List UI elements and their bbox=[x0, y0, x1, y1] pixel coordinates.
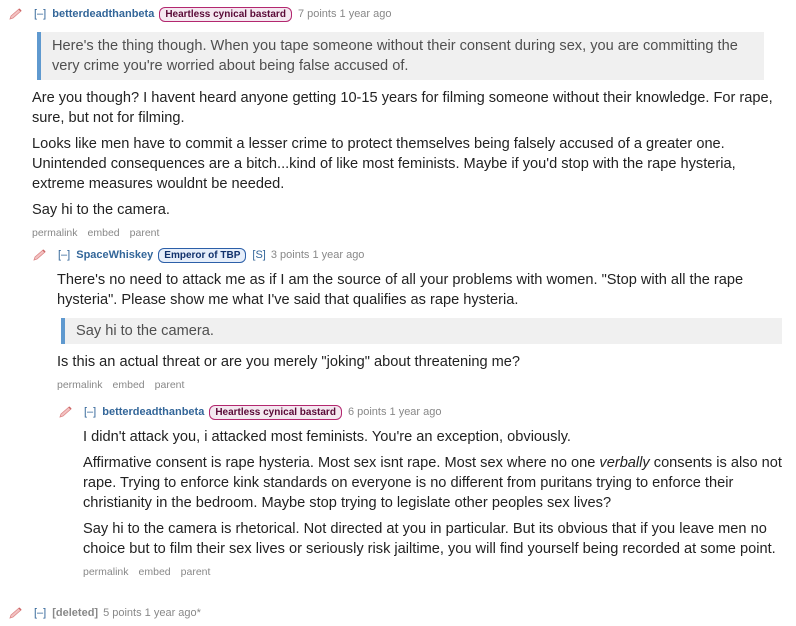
embed-button[interactable]: embed bbox=[88, 223, 120, 243]
emphasis-text: verbally bbox=[599, 455, 650, 471]
comment-paragraph: I didn't attack you, i attacked most fem… bbox=[83, 429, 571, 445]
author-link[interactable]: betterdeadthanbeta bbox=[102, 406, 204, 418]
comment-3: [–] betterdeadthanbeta Heartless cynical… bbox=[58, 403, 792, 582]
comment-paragraph: Is this an actual threat or are you mere… bbox=[57, 354, 521, 370]
permalink-button[interactable]: permalink bbox=[32, 223, 78, 243]
comment-buttons: permalink embed parent bbox=[57, 375, 792, 395]
paragraph-text: Affirmative consent is rape hysteria. Mo… bbox=[83, 455, 600, 471]
score-time: 3 points 1 year ago bbox=[270, 249, 365, 261]
quote-text: Here's the thing though. When you tape s… bbox=[52, 38, 738, 74]
comment-tagline: [–] [deleted] 5 points 1 year ago* bbox=[8, 604, 792, 622]
score-time: 6 points 1 year ago bbox=[347, 406, 442, 418]
comment-paragraph: Are you though? I havent heard anyone ge… bbox=[32, 90, 773, 126]
score-time: 7 points 1 year ago bbox=[297, 8, 392, 20]
collapse-toggle[interactable]: [–] bbox=[58, 249, 70, 261]
comment-4: [–] [deleted] 5 points 1 year ago* bbox=[8, 604, 792, 622]
collapse-toggle[interactable]: [–] bbox=[84, 406, 96, 418]
parent-button[interactable]: parent bbox=[181, 562, 211, 582]
comment-2: [–] SpaceWhiskey Emperor of TBP [S] 3 po… bbox=[32, 246, 792, 395]
comment-tagline: [–] betterdeadthanbeta Heartless cynical… bbox=[8, 5, 792, 23]
pencil-icon bbox=[58, 405, 74, 419]
comment-body: There's no need to attack me as if I am … bbox=[57, 270, 792, 395]
submitter-tag[interactable]: [S] bbox=[252, 249, 265, 261]
blockquote: Here's the thing though. When you tape s… bbox=[37, 32, 764, 80]
collapse-toggle[interactable]: [–] bbox=[34, 8, 46, 20]
parent-button[interactable]: parent bbox=[130, 223, 160, 243]
permalink-button[interactable]: permalink bbox=[83, 562, 129, 582]
comment-paragraph: Say hi to the camera. bbox=[32, 202, 170, 218]
embed-button[interactable]: embed bbox=[139, 562, 171, 582]
comment-paragraph: Affirmative consent is rape hysteria. Mo… bbox=[83, 453, 792, 513]
embed-button[interactable]: embed bbox=[113, 375, 145, 395]
parent-button[interactable]: parent bbox=[155, 375, 185, 395]
comment-paragraph: Say hi to the camera is rhetorical. Not … bbox=[83, 521, 776, 557]
score-time: 5 points 1 year ago* bbox=[103, 607, 201, 619]
comment-buttons: permalink embed parent bbox=[83, 562, 792, 582]
author-link[interactable]: SpaceWhiskey bbox=[76, 249, 153, 261]
quote-text: Say hi to the camera. bbox=[76, 323, 214, 339]
permalink-button[interactable]: permalink bbox=[57, 375, 103, 395]
comment-1: [–] betterdeadthanbeta Heartless cynical… bbox=[8, 5, 792, 243]
pencil-icon bbox=[8, 7, 24, 21]
pencil-icon bbox=[32, 248, 48, 262]
comment-tagline: [–] SpaceWhiskey Emperor of TBP [S] 3 po… bbox=[32, 246, 792, 264]
collapse-toggle[interactable]: [–] bbox=[34, 607, 46, 619]
pencil-icon bbox=[8, 606, 24, 620]
user-flair: Heartless cynical bastard bbox=[209, 404, 342, 420]
comment-paragraph: Looks like men have to commit a lesser c… bbox=[32, 136, 736, 192]
author-deleted: [deleted] bbox=[52, 607, 99, 619]
comment-paragraph: There's no need to attack me as if I am … bbox=[57, 272, 744, 308]
user-flair: Emperor of TBP bbox=[158, 247, 247, 263]
author-link[interactable]: betterdeadthanbeta bbox=[52, 8, 154, 20]
blockquote: Say hi to the camera. bbox=[61, 318, 782, 344]
comment-body: I didn't attack you, i attacked most fem… bbox=[83, 427, 792, 582]
user-flair: Heartless cynical bastard bbox=[159, 6, 292, 22]
comment-tagline: [–] betterdeadthanbeta Heartless cynical… bbox=[58, 403, 792, 421]
comment-body: Here's the thing though. When you tape s… bbox=[8, 32, 792, 243]
comment-buttons: permalink embed parent bbox=[32, 223, 792, 243]
